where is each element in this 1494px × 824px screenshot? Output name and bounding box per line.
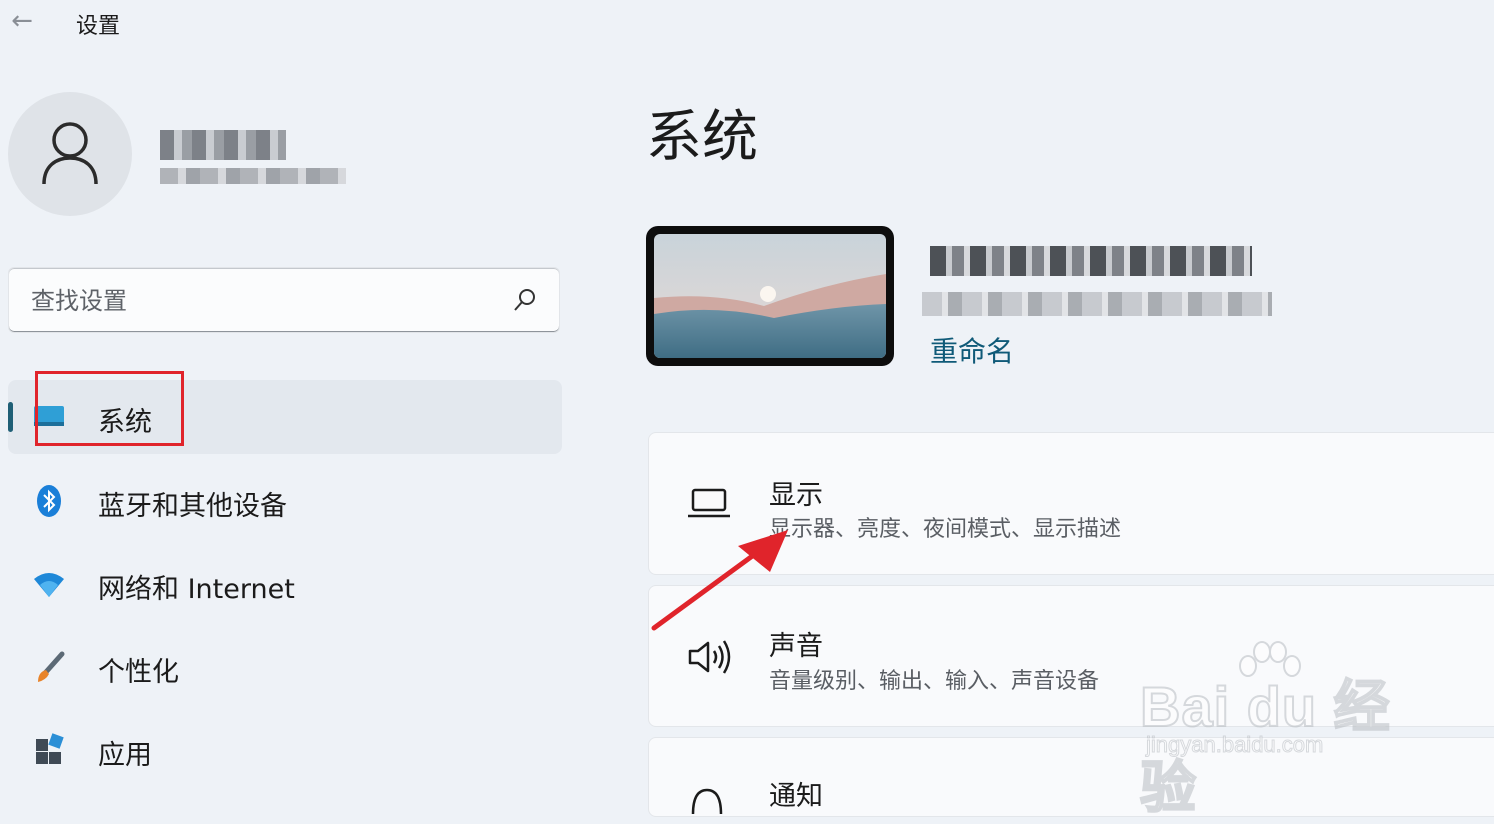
profile-name-redacted xyxy=(160,130,286,160)
card-description: 音量级别、输出、输入、声音设备 xyxy=(769,669,1100,694)
annotation-arrow xyxy=(651,530,788,631)
arrow-left-icon: ← xyxy=(11,6,33,36)
search-box[interactable] xyxy=(8,267,560,333)
rename-link[interactable]: 重命名 xyxy=(930,330,1014,370)
person-icon xyxy=(42,122,98,185)
sidebar-item-apps[interactable]: 应用 xyxy=(8,713,562,787)
speaker-icon xyxy=(688,640,731,674)
search-input[interactable] xyxy=(29,284,493,318)
profile-email-redacted xyxy=(160,168,346,184)
sidebar-item-network[interactable]: 网络和 Internet xyxy=(8,547,562,621)
sidebar-item-bluetooth[interactable]: 蓝牙和其他设备 xyxy=(8,464,562,538)
card-description: 显示器、亮度、夜间模式、显示描述 xyxy=(769,517,1122,542)
sidebar-item-label: 个性化 xyxy=(98,657,179,688)
annotation-highlight-box xyxy=(35,371,184,446)
bluetooth-icon xyxy=(37,485,61,517)
card-title: 通知 xyxy=(769,781,823,812)
window-title: 设置 xyxy=(76,14,121,39)
wallpaper-image xyxy=(654,234,886,358)
laptop-icon xyxy=(688,488,730,518)
device-name-redacted xyxy=(930,246,1252,276)
sidebar-item-label: 蓝牙和其他设备 xyxy=(98,491,287,522)
back-button[interactable]: ← xyxy=(6,6,38,38)
paintbrush-icon xyxy=(38,651,65,682)
avatar[interactable] xyxy=(8,92,132,216)
bell-icon xyxy=(691,788,723,815)
apps-icon xyxy=(36,733,64,764)
sidebar-item-label: 网络和 Internet xyxy=(98,574,295,605)
wifi-icon xyxy=(34,573,64,597)
page-title: 系统 xyxy=(646,105,758,170)
sidebar-item-personalization[interactable]: 个性化 xyxy=(8,630,562,704)
selection-indicator xyxy=(8,402,13,432)
baidu-watermark: Bai du 经验 jingyan.baidu.com xyxy=(1139,640,1430,820)
device-model-redacted xyxy=(922,292,1272,316)
sidebar-item-label: 应用 xyxy=(98,740,152,771)
device-thumbnail xyxy=(646,226,894,366)
search-icon[interactable] xyxy=(513,288,537,312)
card-title: 显示 xyxy=(769,480,823,511)
watermark-url: jingyan.baidu.com xyxy=(1145,732,1324,758)
